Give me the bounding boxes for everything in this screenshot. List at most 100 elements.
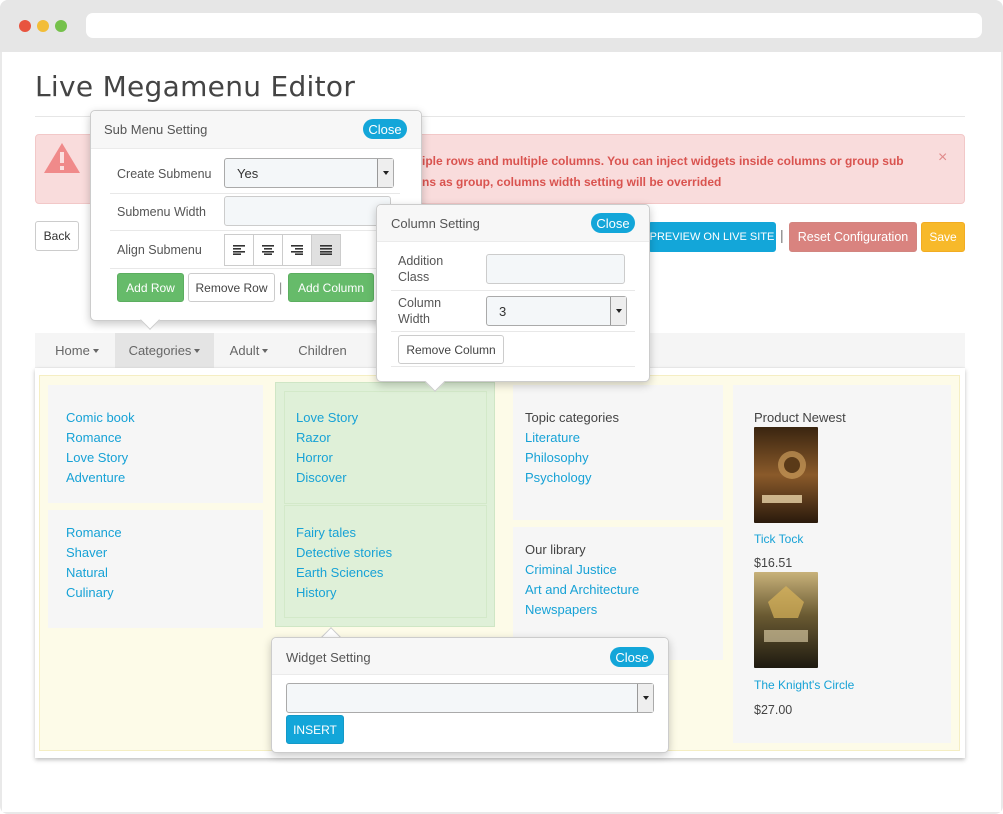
row-divider bbox=[391, 331, 635, 332]
popover-title: Column Setting bbox=[391, 216, 480, 231]
product-price: $27.00 bbox=[754, 703, 793, 717]
row-divider bbox=[391, 290, 635, 291]
menu-group-heading: Product Newest bbox=[754, 410, 846, 425]
caret-down-icon bbox=[92, 348, 99, 353]
dropdown-arrow-icon bbox=[377, 159, 393, 187]
menu-link[interactable]: Romance bbox=[66, 525, 122, 540]
align-right-icon bbox=[291, 245, 303, 255]
alert-close-icon[interactable]: × bbox=[938, 149, 947, 167]
submenu-width-input[interactable] bbox=[224, 196, 391, 226]
widget-select[interactable] bbox=[286, 683, 654, 713]
close-window-dot[interactable] bbox=[19, 20, 31, 32]
menu-link[interactable]: Psychology bbox=[525, 470, 591, 485]
menu-link[interactable]: Art and Architecture bbox=[525, 582, 639, 597]
column-width-select[interactable]: 3 bbox=[486, 296, 627, 326]
warning-icon bbox=[44, 143, 80, 173]
row-divider bbox=[391, 366, 635, 367]
product-price: $16.51 bbox=[754, 556, 793, 570]
close-button[interactable]: Close bbox=[610, 647, 654, 667]
row-divider bbox=[110, 193, 400, 194]
nav-item-home[interactable]: Home bbox=[42, 333, 112, 368]
product-name-link[interactable]: The Knight's Circle bbox=[754, 678, 854, 692]
nav-item-label: Children bbox=[298, 343, 347, 358]
addition-class-input[interactable] bbox=[486, 254, 625, 284]
product-name-link[interactable]: Tick Tock bbox=[754, 532, 803, 546]
back-button[interactable]: Back bbox=[35, 221, 79, 251]
align-left-icon bbox=[233, 245, 245, 255]
align-center-icon bbox=[262, 245, 274, 255]
label-line: Addition bbox=[398, 254, 444, 268]
menu-link[interactable]: Philosophy bbox=[525, 450, 589, 465]
add-row-button[interactable]: Add Row bbox=[117, 273, 184, 302]
menu-link[interactable]: Culinary bbox=[66, 585, 114, 600]
nav-item-categories[interactable]: Categories bbox=[115, 333, 214, 368]
menu-group-heading: Topic categories bbox=[525, 410, 619, 425]
page-title: Live Megamenu Editor bbox=[35, 70, 356, 103]
create-submenu-label: Create Submenu bbox=[117, 167, 212, 181]
align-left-button[interactable] bbox=[224, 234, 254, 266]
close-button[interactable]: Close bbox=[591, 213, 635, 233]
menu-link[interactable]: Discover bbox=[296, 470, 347, 485]
browser-titlebar bbox=[0, 0, 1003, 52]
address-bar[interactable] bbox=[86, 13, 982, 38]
submenu-width-label: Submenu Width bbox=[117, 205, 206, 219]
align-submenu-label: Align Submenu bbox=[117, 243, 202, 257]
menu-link[interactable]: Shaver bbox=[66, 545, 107, 560]
product-cover-image[interactable] bbox=[754, 427, 818, 523]
menu-link[interactable]: Adventure bbox=[66, 470, 125, 485]
insert-widget-button[interactable]: INSERT bbox=[286, 715, 344, 744]
popover-title: Widget Setting bbox=[286, 650, 371, 665]
column-width-label: Column Width bbox=[398, 295, 441, 327]
menu-link[interactable]: History bbox=[296, 585, 336, 600]
save-button[interactable]: Save bbox=[921, 222, 965, 252]
menu-column-group[interactable] bbox=[284, 505, 487, 618]
nav-item-label: Home bbox=[55, 343, 90, 358]
menu-link[interactable]: Horror bbox=[296, 450, 333, 465]
menu-link[interactable]: Literature bbox=[525, 430, 580, 445]
menu-link[interactable]: Comic book bbox=[66, 410, 135, 425]
add-column-button[interactable]: Add Column bbox=[288, 273, 374, 302]
label-line: Width bbox=[398, 312, 430, 326]
menu-link[interactable]: Natural bbox=[66, 565, 108, 580]
menu-link[interactable]: Criminal Justice bbox=[525, 562, 617, 577]
menu-link[interactable]: Detective stories bbox=[296, 545, 392, 560]
align-justify-icon bbox=[320, 245, 332, 255]
remove-row-button[interactable]: Remove Row bbox=[188, 273, 275, 302]
menu-link[interactable]: Fairy tales bbox=[296, 525, 356, 540]
menu-link[interactable]: Romance bbox=[66, 430, 122, 445]
menu-link[interactable]: Newspapers bbox=[525, 602, 597, 617]
remove-column-button[interactable]: Remove Column bbox=[398, 335, 504, 364]
nav-item-adult[interactable]: Adult bbox=[218, 333, 280, 368]
align-submenu-group bbox=[224, 234, 341, 266]
create-submenu-select[interactable]: Yes bbox=[224, 158, 394, 188]
nav-item-label: Adult bbox=[229, 343, 260, 358]
label-line: Column bbox=[398, 296, 442, 310]
menu-column-group[interactable] bbox=[284, 391, 487, 504]
button-separator: | bbox=[279, 281, 283, 295]
menu-link[interactable]: Love Story bbox=[66, 450, 128, 465]
select-value: Yes bbox=[237, 165, 259, 181]
align-right-button[interactable] bbox=[282, 234, 312, 266]
row-divider bbox=[110, 268, 400, 269]
menu-link[interactable]: Earth Sciences bbox=[296, 565, 383, 580]
product-cover-image[interactable] bbox=[754, 572, 818, 668]
popover-title: Sub Menu Setting bbox=[104, 122, 208, 137]
menu-link[interactable]: Razor bbox=[296, 430, 331, 445]
dropdown-arrow-icon bbox=[610, 297, 626, 325]
menu-group-heading: Our library bbox=[525, 542, 586, 557]
align-center-button[interactable] bbox=[253, 234, 283, 266]
minimize-window-dot[interactable] bbox=[37, 20, 49, 32]
nav-item-children[interactable]: Children bbox=[285, 333, 360, 368]
dropdown-arrow-icon bbox=[637, 684, 653, 712]
reset-configuration-button[interactable]: Reset Configuration bbox=[789, 222, 917, 252]
preview-live-site-button[interactable]: PREVIEW ON LIVE SITE bbox=[648, 222, 776, 252]
nav-item-label: Categories bbox=[128, 343, 192, 358]
close-button[interactable]: Close bbox=[363, 119, 407, 139]
maximize-window-dot[interactable] bbox=[55, 20, 67, 32]
menu-link[interactable]: Love Story bbox=[296, 410, 358, 425]
toolbar-separator: | bbox=[780, 227, 784, 243]
alert-message: iple rows and multiple columns. You can … bbox=[422, 151, 942, 193]
addition-class-label: Addition Class bbox=[398, 253, 443, 285]
select-value: 3 bbox=[499, 303, 507, 319]
align-justify-button[interactable] bbox=[311, 234, 341, 266]
